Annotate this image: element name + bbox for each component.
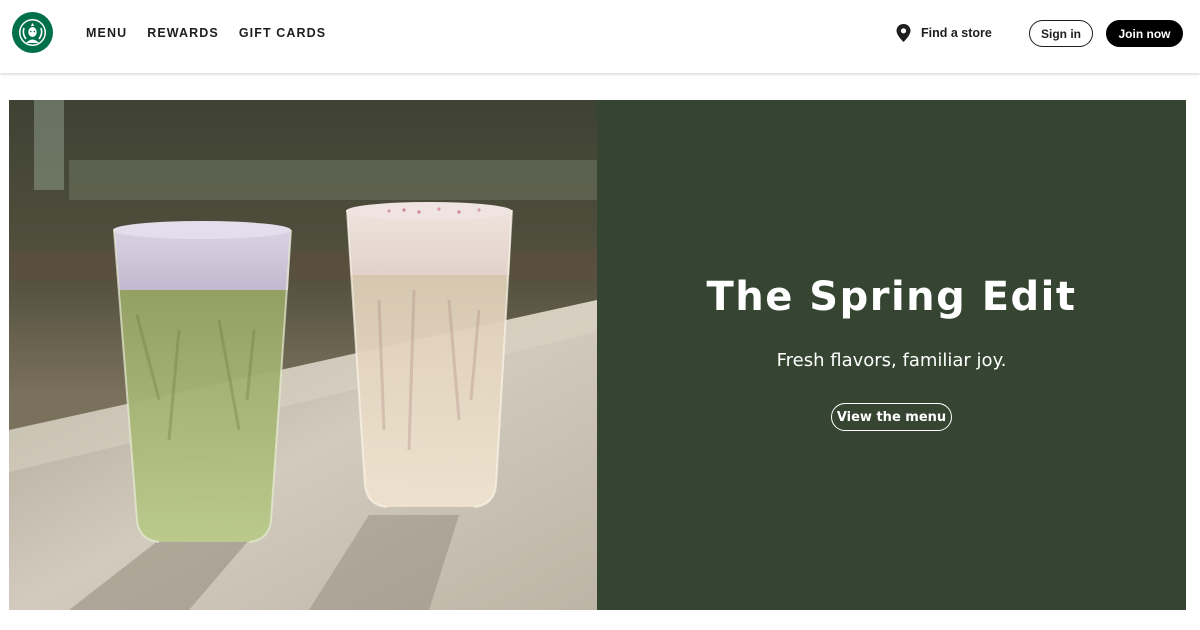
hero-subtitle: Fresh flavors, familiar joy. (776, 350, 1007, 371)
two-iced-drinks-illustration (9, 100, 597, 610)
hero-title: The Spring Edit (706, 274, 1077, 320)
site-header: MENU REWARDS GIFT CARDS Find a store Sig… (0, 0, 1200, 73)
sign-in-button[interactable]: Sign in (1029, 20, 1093, 47)
find-a-store-label: Find a store (921, 26, 992, 40)
nav-rewards-link[interactable]: REWARDS (147, 25, 219, 41)
hero-text-panel: The Spring Edit Fresh flavors, familiar … (597, 100, 1186, 610)
main-nav: MENU REWARDS GIFT CARDS (86, 25, 346, 41)
nav-menu-link[interactable]: MENU (86, 25, 127, 41)
join-now-button[interactable]: Join now (1106, 20, 1183, 47)
hero-drinks-image (9, 100, 597, 610)
view-the-menu-button[interactable]: View the menu (831, 403, 952, 431)
starbucks-logo-icon[interactable] (12, 12, 53, 53)
hero-banner: The Spring Edit Fresh flavors, familiar … (9, 100, 1186, 610)
nav-gift-cards-link[interactable]: GIFT CARDS (239, 25, 326, 41)
location-pin-icon (896, 24, 911, 42)
find-a-store-link[interactable]: Find a store (896, 24, 992, 42)
